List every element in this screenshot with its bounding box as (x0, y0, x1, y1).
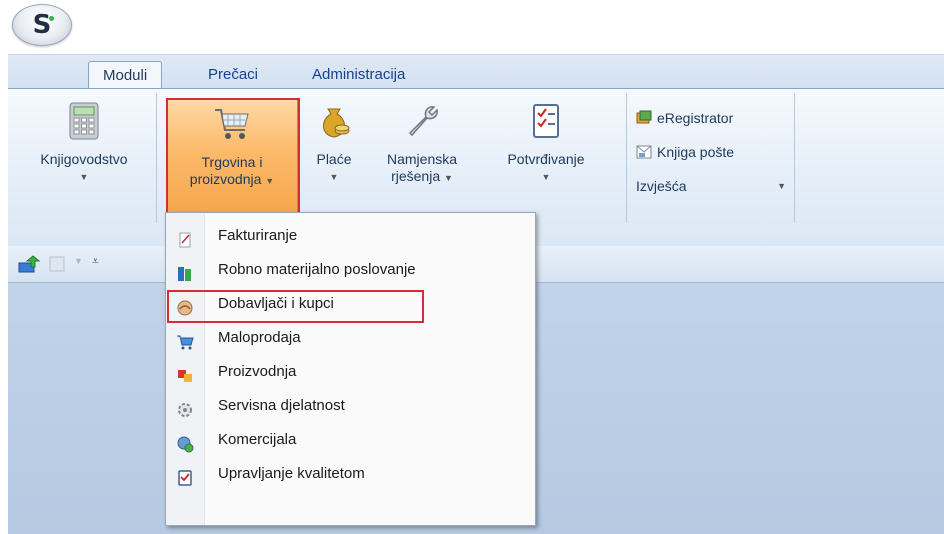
menu-item-upravljanje-kvalitetom[interactable]: Upravljanje kvalitetom (166, 457, 535, 491)
izvjesca-label: Izvješća (636, 178, 687, 194)
chevron-down-icon: ▼ (777, 181, 786, 191)
chevron-down-icon[interactable]: ▼ (74, 256, 83, 266)
eregistrator-label: eRegistrator (657, 110, 734, 126)
namjenska-rjesenja-button[interactable]: Namjenska rješenja ▼ (374, 97, 470, 215)
potvrdivanje-label: Potvrđivanje (507, 151, 585, 167)
knjiga-poste-button[interactable]: Knjiga pošte (636, 141, 734, 163)
disabled-document-icon[interactable] (48, 255, 66, 277)
chevron-down-icon: ▼ (265, 176, 275, 186)
eregistrator-icon (636, 110, 652, 126)
app-logo-s-icon: S (32, 10, 52, 40)
menu-item-fakturiranje[interactable]: Fakturiranje (166, 219, 535, 253)
trgovina-dropdown-menu: Fakturiranje Robno materijalno poslovanj… (165, 212, 536, 526)
eregistrator-button[interactable]: eRegistrator (636, 107, 733, 129)
menu-item-label: Maloprodaja (218, 329, 301, 346)
ribbon-group-main: Trgovina i proizvodnja ▼ Plaće ▼ Namjens… (156, 93, 627, 223)
tab-administracija[interactable]: Administracija (298, 61, 419, 89)
shopping-cart-icon (212, 104, 252, 144)
wrench-icon (402, 101, 442, 141)
invoice-icon (176, 228, 194, 248)
retail-cart-icon (176, 330, 194, 350)
mail-book-icon (636, 144, 652, 160)
menu-item-label: Upravljanje kvalitetom (218, 465, 365, 482)
menu-item-label: Robno materijalno poslovanje (218, 261, 416, 278)
inventory-icon (176, 262, 194, 281)
service-icon (176, 398, 194, 417)
chevron-down-icon: ▼ (329, 172, 339, 182)
tab-moduli[interactable]: Moduli (88, 61, 163, 90)
menu-item-dobavljaci-i-kupci[interactable]: Dobavljači i kupci (166, 287, 535, 321)
quality-icon (176, 466, 194, 486)
menu-item-label: Fakturiranje (218, 227, 298, 244)
menu-item-proizvodnja[interactable]: Proizvodnja (166, 355, 535, 389)
menu-item-robno-materijalno[interactable]: Robno materijalno poslovanje (166, 253, 535, 287)
namjenska-label-line1: Namjenska (386, 151, 458, 167)
money-bag-icon (314, 101, 354, 141)
knjigovodstvo-button[interactable]: Knjigovodstvo ▼ (30, 97, 138, 215)
tab-precaci[interactable]: Prečaci (194, 61, 272, 89)
app-logo-dot-icon (49, 16, 54, 21)
menu-item-servisna-djelatnost[interactable]: Servisna djelatnost (166, 389, 535, 423)
menu-item-komercijala[interactable]: Komercijala (166, 423, 535, 457)
calculator-icon (64, 101, 104, 141)
menu-item-label: Komercijala (218, 431, 297, 448)
title-area: S (8, 0, 944, 54)
trgovina-i-proizvodnja-button[interactable]: Trgovina i proizvodnja ▼ (166, 99, 298, 217)
trgovina-label-line2: proizvodnja ▼ (189, 171, 275, 187)
application-button[interactable]: S (12, 4, 72, 46)
izvjesca-button[interactable]: Izvješća ▼ (636, 175, 786, 197)
namjenska-label-line2: rješenja ▼ (391, 168, 453, 184)
customize-qat-icon[interactable]: ⩡ (92, 254, 99, 269)
commercial-icon (176, 432, 194, 453)
ribbon-group-knjigovodstvo: Knjigovodstvo ▼ (8, 93, 157, 223)
ribbon-group-tools: eRegistrator Knjiga pošte Izvješća ▼ (626, 93, 795, 223)
chevron-down-icon: ▼ (79, 172, 89, 182)
knjiga-poste-label: Knjiga pošte (657, 144, 735, 160)
upload-arrow-icon[interactable] (18, 255, 41, 277)
checklist-icon (526, 101, 566, 141)
place-button[interactable]: Plaće ▼ (302, 97, 366, 215)
application-window: S Moduli Prečaci Administracija Knjigovo… (8, 0, 944, 534)
chevron-down-icon: ▼ (541, 172, 551, 182)
production-icon (176, 364, 194, 382)
suppliers-icon (176, 296, 194, 316)
chevron-down-icon: ▼ (444, 173, 453, 183)
menu-item-label: Proizvodnja (218, 363, 297, 380)
knjigovodstvo-label: Knjigovodstvo (40, 151, 128, 167)
ribbon-tab-strip: Moduli Prečaci Administracija (8, 54, 944, 90)
place-label: Plaće (316, 151, 352, 167)
menu-item-label: Dobavljači i kupci (218, 295, 334, 312)
trgovina-label-line1: Trgovina i (201, 154, 263, 170)
potvrdivanje-button[interactable]: Potvrđivanje ▼ (486, 97, 606, 215)
menu-item-maloprodaja[interactable]: Maloprodaja (166, 321, 535, 355)
menu-item-label: Servisna djelatnost (218, 397, 345, 414)
